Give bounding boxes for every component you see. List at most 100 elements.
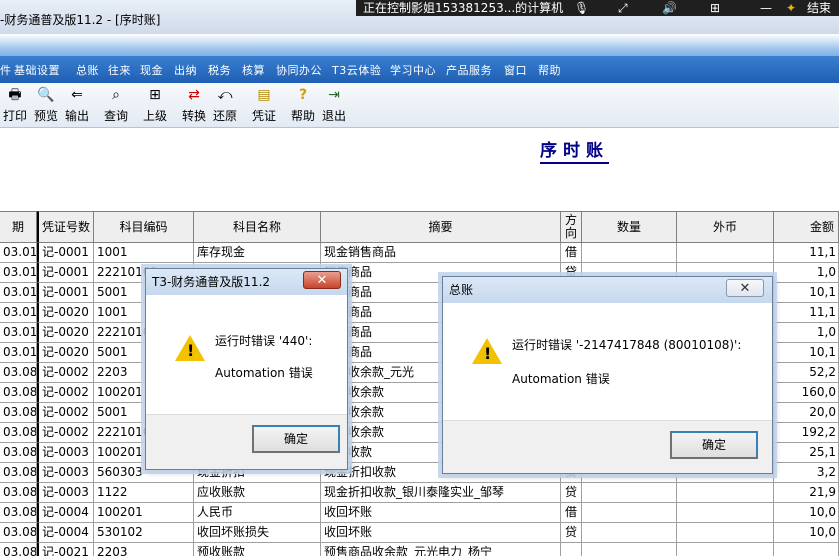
- error-dialog-80010108: 总账 ✕ ! 运行时错误 '-2147417848 (80010108)': A…: [442, 276, 773, 474]
- cell-period: 03.08: [0, 363, 37, 383]
- pin-icon[interactable]: ✦: [786, 0, 796, 16]
- menu-receivables[interactable]: 往来: [108, 62, 131, 78]
- menu-cashier[interactable]: 出纳: [174, 62, 197, 78]
- cell-quantity: [582, 523, 677, 543]
- close-icon[interactable]: ✕: [726, 279, 764, 297]
- cell-period: 03.08: [0, 443, 37, 463]
- column-header-account-code[interactable]: 科目编码: [94, 211, 194, 243]
- cell-amount: 25,1: [774, 443, 839, 463]
- cell-amount: 10,0: [774, 523, 839, 543]
- close-icon[interactable]: ✕: [303, 271, 341, 289]
- cell-amount: 52,2: [774, 363, 839, 383]
- cell-period: 03.01: [0, 243, 37, 263]
- cell-quantity: [582, 243, 677, 263]
- parent-level-button[interactable]: ⊞ 上级: [137, 87, 173, 124]
- cell-period: 03.08: [0, 503, 37, 523]
- cell-amount: 20,0: [774, 403, 839, 423]
- cell-period: 03.08: [0, 543, 37, 556]
- table-row[interactable]: 03.08 记-0021 2203 预收账款 预售商品收余款_元光电力_杨宁: [0, 543, 839, 556]
- cell-voucher-no: 记-0004: [37, 503, 94, 523]
- column-header-amount[interactable]: 金额: [774, 211, 839, 243]
- dialog-footer: 确定: [146, 414, 347, 469]
- menu-window[interactable]: 窗口: [504, 62, 527, 78]
- error-detail: Automation 错误: [215, 366, 313, 380]
- restore-button[interactable]: ⤺ 还原: [207, 87, 243, 124]
- table-row[interactable]: 03.08 记-0004 100201 人民币 收回坏账借 10,0: [0, 503, 839, 523]
- cell-amount: 21,9: [774, 483, 839, 503]
- cell-account-code: 1122: [94, 483, 194, 503]
- cell-account-code: 100201: [94, 503, 194, 523]
- cell-period: 03.08: [0, 403, 37, 423]
- ok-button[interactable]: 确定: [252, 425, 340, 453]
- cell-voucher-no: 记-0001: [37, 283, 94, 303]
- column-header-direction[interactable]: 方向: [561, 211, 582, 243]
- cell-direction: 贷: [561, 483, 582, 503]
- cell-quantity: [582, 543, 677, 556]
- query-button[interactable]: ⌕ 查询: [98, 87, 134, 124]
- remote-control-bar: 正在控制影姐153381253...的计算机 🎙 ⤢ 🔊 ⊞ — ✦ 结束: [356, 0, 839, 16]
- menu-collaboration[interactable]: 协同办公: [276, 62, 322, 78]
- table-row[interactable]: 03.08 记-0004 530102 收回坏账损失 收回坏账贷 10,0: [0, 523, 839, 543]
- column-header-quantity[interactable]: 数量: [582, 211, 677, 243]
- menu-accounting[interactable]: 核算: [242, 62, 265, 78]
- menu-t3-cloud[interactable]: T3云体验: [332, 62, 381, 78]
- cell-amount: 1,0: [774, 323, 839, 343]
- table-row[interactable]: 03.08 记-0003 1122 应收账款 现金折扣收款_银川泰隆实业_邹琴贷 21,9: [0, 483, 839, 503]
- toolbar: 🖶 打印 🔍 预览 ⇐ 输出 ⌕ 查询 ⊞ 上级 ⇄ 转换 ⤺ 还原 ▤ 凭证 ? 帮助 ⇥ 退出: [0, 83, 839, 128]
- window-title: -财务通普及版11.2 - [序时账]: [0, 13, 161, 27]
- menu-tax[interactable]: 税务: [208, 62, 231, 78]
- speaker-icon[interactable]: 🔊: [662, 0, 677, 16]
- cell-account-name: 收回坏账损失: [194, 523, 321, 543]
- column-header-period[interactable]: 期: [0, 211, 37, 243]
- cell-amount: 11,1: [774, 243, 839, 263]
- cell-voucher-no: 记-0003: [37, 483, 94, 503]
- cell-amount: 10,1: [774, 343, 839, 363]
- menu-cash[interactable]: 现金: [140, 62, 163, 78]
- cell-account-name: 预收账款: [194, 543, 321, 556]
- dialog-footer: 确定: [443, 420, 772, 473]
- cell-voucher-no: 记-0001: [37, 243, 94, 263]
- export-button[interactable]: ⇐ 输出: [59, 87, 95, 124]
- cell-foreign-currency: [677, 523, 774, 543]
- cell-summary: 收回坏账: [321, 503, 561, 523]
- menu-learning[interactable]: 学习中心: [390, 62, 436, 78]
- voucher-button[interactable]: ▤ 凭证: [246, 87, 282, 124]
- menu-help[interactable]: 帮助: [538, 62, 561, 78]
- line-icon[interactable]: —: [760, 0, 772, 16]
- cell-direction: 借: [561, 243, 582, 263]
- menu-file[interactable]: 件: [0, 62, 12, 78]
- add-window-icon[interactable]: ⊞: [710, 0, 720, 16]
- binoculars-icon: ⌕: [112, 87, 120, 103]
- cell-account-name: 库存现金: [194, 243, 321, 263]
- cell-amount: 1,0: [774, 263, 839, 283]
- cell-foreign-currency: [677, 483, 774, 503]
- cell-foreign-currency: [677, 503, 774, 523]
- column-header-voucher-no[interactable]: 凭证号数: [37, 211, 94, 243]
- cell-voucher-no: 记-0020: [37, 323, 94, 343]
- column-header-account-name[interactable]: 科目名称: [194, 211, 321, 243]
- cell-period: 03.01: [0, 283, 37, 303]
- expand-icon[interactable]: ⤢: [618, 0, 628, 16]
- menu-basic-settings[interactable]: 基础设置: [14, 62, 60, 78]
- microphone-icon[interactable]: 🎙: [574, 0, 589, 16]
- column-header-foreign-currency[interactable]: 外币: [677, 211, 774, 243]
- cell-account-name: 人民币: [194, 503, 321, 523]
- menu-products[interactable]: 产品服务: [446, 62, 492, 78]
- cell-amount: 11,1: [774, 303, 839, 323]
- menu-general-ledger[interactable]: 总账: [76, 62, 99, 78]
- cell-quantity: [582, 483, 677, 503]
- cell-summary: 现金销售商品: [321, 243, 561, 263]
- cell-voucher-no: 记-0021: [37, 543, 94, 556]
- column-header-summary[interactable]: 摘要: [321, 211, 561, 243]
- cell-amount: [774, 543, 839, 556]
- cell-period: 03.08: [0, 383, 37, 403]
- cell-account-code: 2203: [94, 543, 194, 556]
- cell-direction: 贷: [561, 523, 582, 543]
- cell-voucher-no: 记-0002: [37, 363, 94, 383]
- ok-button[interactable]: 确定: [670, 431, 758, 459]
- end-session-button[interactable]: 结束: [807, 0, 831, 16]
- exit-button[interactable]: ⇥ 退出: [316, 87, 352, 124]
- cell-amount: 192,2: [774, 423, 839, 443]
- table-row[interactable]: 03.01 记-0001 1001 库存现金 现金销售商品借 11,1: [0, 243, 839, 263]
- voucher-icon: ▤: [257, 87, 271, 103]
